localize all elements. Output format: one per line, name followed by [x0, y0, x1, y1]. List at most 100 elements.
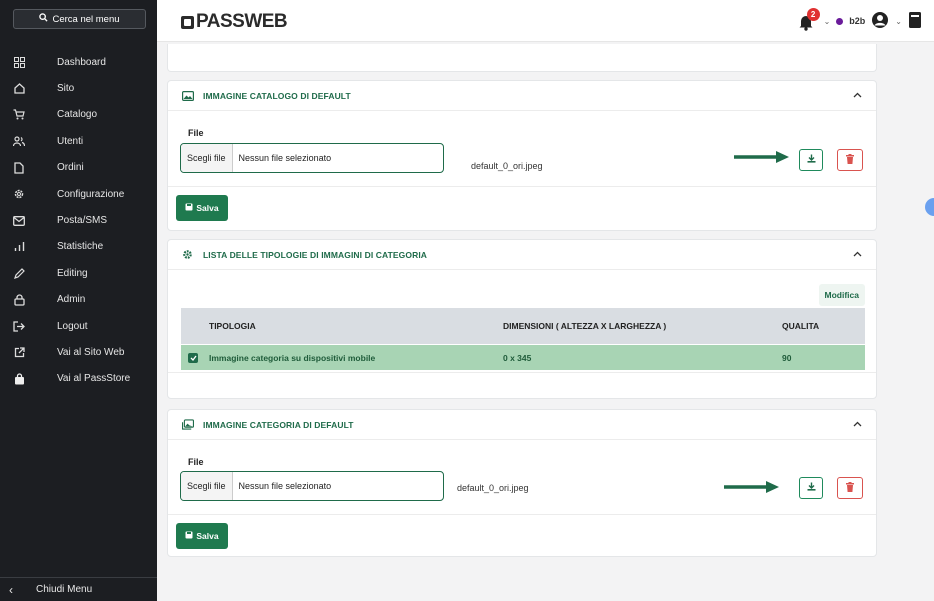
logo-mark-icon: [181, 15, 194, 29]
sidebar-item-label: Logout: [57, 320, 88, 332]
column-header[interactable]: DIMENSIONI ( ALTEZZA X LARGHEZZA ): [503, 321, 666, 331]
sidebar-item-statistiche[interactable]: Statistiche: [0, 234, 157, 260]
choose-file-button[interactable]: Scegli file: [181, 144, 233, 172]
chevron-up-icon[interactable]: [853, 419, 862, 430]
arrow-right-icon: [734, 151, 789, 163]
file-label: File: [188, 457, 204, 467]
divider: [168, 186, 876, 187]
close-menu-label: Chiudi Menu: [36, 584, 93, 595]
user-avatar-icon[interactable]: [871, 11, 889, 32]
document-icon: [13, 162, 25, 174]
card-title: LISTA DELLE TIPOLOGIE DI IMMAGINI DI CAT…: [203, 249, 428, 260]
header-actions: 2 ⌄ b2b ⌄: [798, 8, 922, 33]
no-file-text: Nessun file selezionato: [238, 481, 332, 491]
menu-search-button[interactable]: Cerca nel menu: [13, 9, 146, 29]
trash-icon: [846, 153, 854, 167]
sidebar-item-editing[interactable]: Editing: [0, 260, 157, 286]
gear-icon: [13, 188, 25, 200]
sidebar: Cerca nel menu Dashboard Sito Catalogo U…: [0, 0, 157, 601]
sidebar-item-label: Admin: [57, 294, 86, 306]
sidebar-item-label: Dashboard: [57, 56, 106, 68]
trash-icon: [846, 481, 854, 495]
column-header[interactable]: QUALITA: [782, 321, 819, 331]
notification-badge: 2: [806, 8, 820, 21]
sidebar-item-logout[interactable]: Logout: [0, 313, 157, 339]
checkbox-checked-icon[interactable]: [188, 352, 198, 363]
account-label[interactable]: b2b: [849, 16, 865, 26]
choose-file-button[interactable]: Scegli file: [181, 472, 233, 500]
sidebar-item-ordini[interactable]: Ordini: [0, 155, 157, 181]
home-icon: [13, 83, 25, 95]
sidebar-item-catalogo[interactable]: Catalogo: [0, 102, 157, 128]
book-icon[interactable]: [908, 11, 922, 32]
catalog-image-card-header[interactable]: IMMAGINE CATALOGO DI DEFAULT: [168, 81, 876, 111]
images-icon: [182, 419, 194, 431]
save-label: Salva: [196, 531, 219, 541]
save-button[interactable]: Salva: [176, 195, 228, 221]
sidebar-item-posta-sms[interactable]: Posta/SMS: [0, 207, 157, 233]
card-title: IMMAGINE CATEGORIA DI DEFAULT: [203, 419, 354, 430]
delete-button[interactable]: [837, 477, 863, 499]
sidebar-nav: Dashboard Sito Catalogo Utenti Ordini Co…: [0, 49, 157, 392]
cell-qualita: 90: [782, 352, 792, 363]
sidebar-item-utenti[interactable]: Utenti: [0, 128, 157, 154]
download-icon: [807, 482, 816, 494]
logo[interactable]: PASSWEB: [181, 11, 288, 33]
chevron-up-icon[interactable]: [853, 249, 862, 260]
chevron-down-icon[interactable]: ⌄: [824, 17, 831, 26]
delete-button[interactable]: [837, 149, 863, 171]
sidebar-item-label: Sito: [57, 83, 75, 95]
divider: [168, 372, 876, 373]
cell-dimensioni: 0 x 345: [503, 352, 532, 363]
save-icon: [185, 203, 193, 213]
divider: [168, 514, 876, 515]
file-input[interactable]: Scegli file Nessun file selezionato: [180, 143, 444, 173]
sidebar-item-vai-al-sito-web[interactable]: Vai al Sito Web: [0, 339, 157, 365]
table-header: TIPOLOGIA DIMENSIONI ( ALTEZZA X LARGHEZ…: [181, 308, 865, 344]
search-icon: [39, 13, 49, 25]
gear-icon: [182, 249, 194, 261]
category-types-card-header[interactable]: LISTA DELLE TIPOLOGIE DI IMMAGINI DI CAT…: [168, 240, 876, 270]
category-image-card-header[interactable]: IMMAGINE CATEGORIA DI DEFAULT: [168, 410, 876, 440]
sidebar-item-label: Catalogo: [57, 109, 98, 121]
file-input[interactable]: Scegli file Nessun file selezionato: [180, 471, 444, 501]
notifications-button[interactable]: 2: [798, 8, 820, 31]
external-link-icon: [13, 346, 25, 358]
chevron-left-icon: ‹: [9, 582, 13, 597]
save-label: Salva: [196, 203, 219, 213]
sidebar-item-label: Configurazione: [57, 188, 125, 200]
sidebar-item-vai-al-passstore[interactable]: Vai al PassStore: [0, 366, 157, 392]
chevron-up-icon[interactable]: [853, 90, 862, 101]
catalog-image-card: IMMAGINE CATALOGO DI DEFAULT File Scegli…: [167, 80, 877, 231]
shopping-bag-icon: [13, 373, 25, 385]
column-header[interactable]: TIPOLOGIA: [209, 321, 256, 331]
chevron-down-icon[interactable]: ⌄: [895, 17, 902, 26]
category-types-card: LISTA DELLE TIPOLOGIE DI IMMAGINI DI CAT…: [167, 239, 877, 399]
close-menu-button[interactable]: ‹ Chiudi Menu: [0, 577, 157, 601]
sidebar-item-sito[interactable]: Sito: [0, 75, 157, 101]
edit-button[interactable]: Modifica: [818, 284, 865, 306]
sidebar-item-configurazione[interactable]: Configurazione: [0, 181, 157, 207]
sidebar-item-label: Statistiche: [57, 241, 104, 253]
sidebar-item-label: Posta/SMS: [57, 215, 108, 227]
previous-card: [167, 44, 877, 72]
status-dot-icon: [836, 17, 844, 25]
logout-icon: [13, 320, 25, 332]
users-icon: [13, 135, 25, 147]
cell-tipologia: Immagine categoria su dispositivi mobile: [209, 352, 376, 363]
sidebar-item-admin[interactable]: Admin: [0, 287, 157, 313]
save-icon: [185, 531, 193, 541]
download-button[interactable]: [799, 149, 823, 171]
floating-helper-tab[interactable]: [925, 198, 934, 216]
mail-icon: [13, 215, 25, 227]
save-button[interactable]: Salva: [176, 523, 228, 549]
dashboard-icon: [13, 56, 25, 68]
table-row[interactable]: Immagine categoria su dispositivi mobile…: [181, 345, 865, 370]
cart-icon: [13, 109, 25, 121]
sidebar-item-label: Ordini: [57, 162, 84, 174]
sidebar-item-dashboard[interactable]: Dashboard: [0, 49, 157, 75]
sidebar-item-label: Vai al Sito Web: [57, 346, 125, 358]
pencil-icon: [13, 267, 25, 279]
download-button[interactable]: [799, 477, 823, 499]
file-label: File: [188, 128, 204, 138]
